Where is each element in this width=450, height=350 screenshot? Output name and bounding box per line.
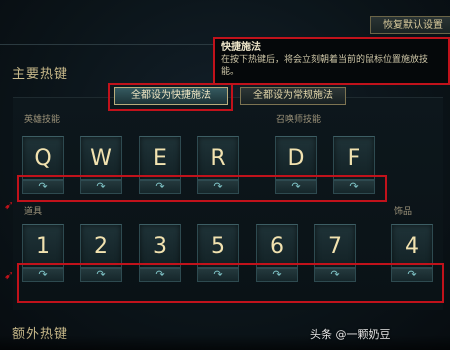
tooltip-body: 在按下热键后，将会立刻朝着当前的鼠标位置施放技能。 [221, 55, 429, 77]
label-champion-skills: 英雄技能 [24, 115, 61, 125]
highlight-skill-cast-row [17, 175, 387, 202]
all-quick-cast-button[interactable]: 全都设为快捷施法 [114, 87, 228, 105]
hotkey-f[interactable]: F [333, 136, 375, 180]
pointer-arrow-icon: ➹ [4, 198, 15, 212]
label-items: 道具 [24, 207, 43, 217]
highlight-item-cast-row [17, 263, 444, 303]
hotkey-1[interactable]: 1 [22, 224, 64, 268]
hotkey-q[interactable]: Q [22, 136, 64, 180]
hotkey-d[interactable]: D [275, 136, 317, 180]
hotkey-4-trinket[interactable]: 4 [391, 224, 433, 268]
hotkey-2[interactable]: 2 [80, 224, 122, 268]
section-title-main-hotkeys: 主要热键 [12, 67, 69, 82]
reset-defaults-button[interactable]: 恢复默认设置 [370, 16, 450, 34]
hotkey-r[interactable]: R [197, 136, 239, 180]
hotkey-5[interactable]: 5 [197, 224, 239, 268]
pointer-arrow-icon: ➹ [4, 268, 15, 282]
quick-cast-tooltip: 快捷施法 在按下热键后，将会立刻朝着当前的鼠标位置施放技能。 [213, 37, 450, 85]
hotkey-3[interactable]: 3 [139, 224, 181, 268]
all-normal-cast-button[interactable]: 全都设为常规施法 [240, 87, 346, 105]
tooltip-title: 快捷施法 [221, 42, 261, 53]
label-trinket: 饰品 [394, 207, 413, 217]
hotkey-e[interactable]: E [139, 136, 181, 180]
label-summoner-skills: 召唤师技能 [276, 115, 322, 125]
watermark: 头条 @一颗奶豆 [310, 328, 391, 341]
hotkey-6[interactable]: 6 [256, 224, 298, 268]
hotkey-w[interactable]: W [80, 136, 122, 180]
hotkey-7[interactable]: 7 [314, 224, 356, 268]
